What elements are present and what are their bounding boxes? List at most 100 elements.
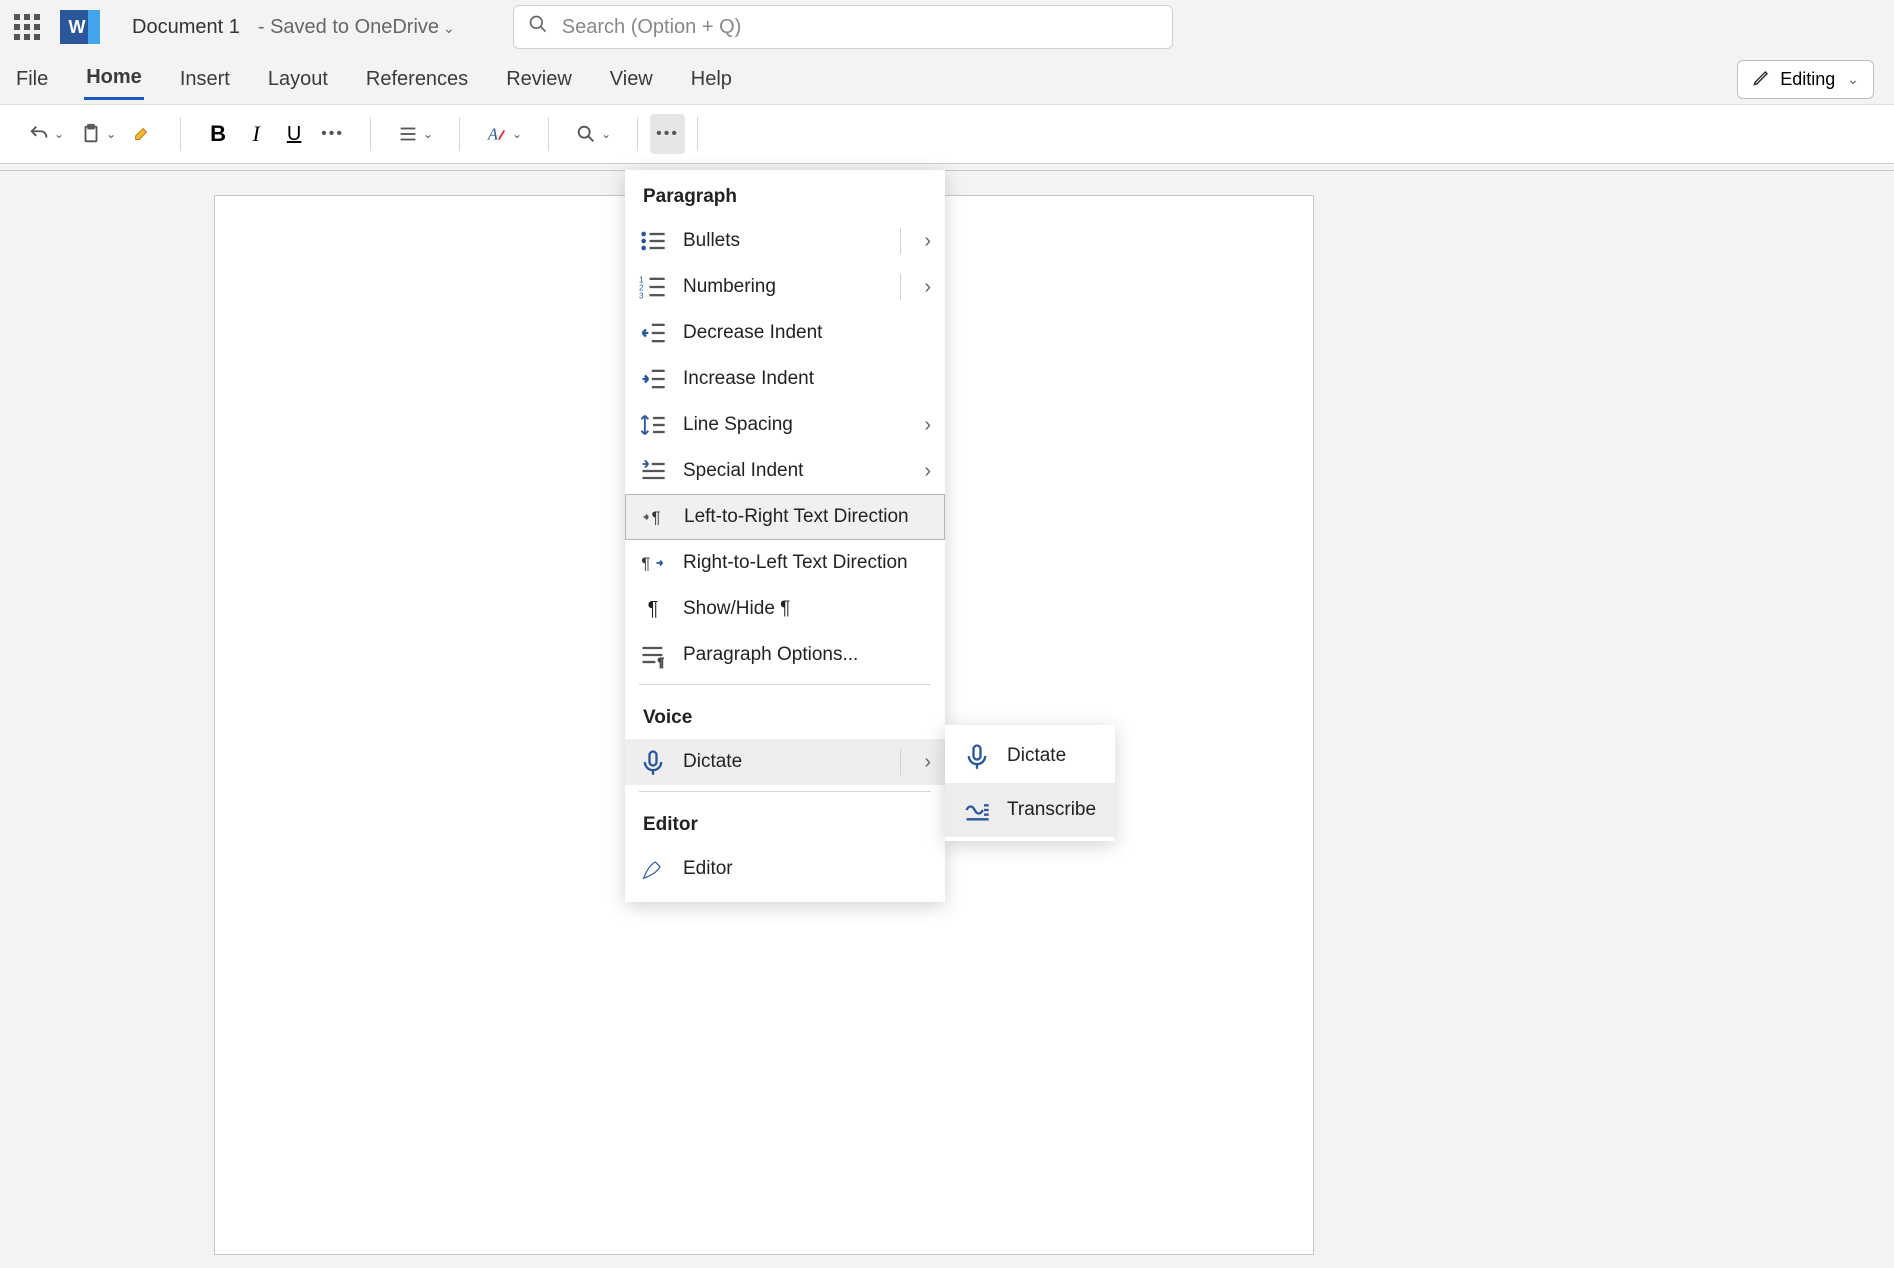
- menu-label: Dictate: [683, 751, 742, 773]
- menu-label: Right-to-Left Text Direction: [683, 552, 908, 574]
- save-status[interactable]: - Saved to OneDrive⌄: [258, 16, 455, 39]
- find-button[interactable]: ⌄: [569, 114, 617, 154]
- menu-label: Numbering: [683, 276, 776, 298]
- separator: [180, 117, 181, 151]
- chevron-down-icon: ⌄: [423, 127, 433, 141]
- menu-ltr-direction[interactable]: ¶ Left-to-Right Text Direction: [625, 494, 945, 540]
- svg-text:A: A: [487, 125, 499, 144]
- menu-label: Line Spacing: [683, 414, 793, 436]
- search-input[interactable]: Search (Option + Q): [513, 5, 1173, 49]
- svg-text:¶: ¶: [658, 657, 664, 669]
- tab-help[interactable]: Help: [689, 60, 734, 99]
- tab-home[interactable]: Home: [84, 58, 144, 100]
- menu-numbering[interactable]: 123 Numbering ›: [625, 264, 945, 310]
- paste-button[interactable]: ⌄: [74, 114, 122, 154]
- chevron-down-icon: ⌄: [443, 20, 455, 36]
- word-app-icon[interactable]: W: [60, 10, 94, 44]
- tab-view[interactable]: View: [608, 60, 655, 99]
- svg-text:3: 3: [639, 292, 644, 301]
- menu-increase-indent[interactable]: Increase Indent: [625, 356, 945, 402]
- align-button[interactable]: ⌄: [391, 114, 439, 154]
- search-icon: [528, 14, 548, 40]
- special-indent-icon: [639, 459, 667, 483]
- tab-references[interactable]: References: [364, 60, 470, 99]
- chevron-right-icon: ›: [924, 276, 931, 299]
- chevron-right-icon: ›: [924, 230, 931, 253]
- chevron-down-icon: ⌄: [106, 127, 116, 141]
- editor-icon: [639, 857, 667, 881]
- editing-label: Editing: [1780, 69, 1835, 90]
- document-canvas: [0, 170, 1894, 1268]
- microphone-icon: [963, 744, 991, 768]
- titlebar: W Document 1 - Saved to OneDrive⌄ Search…: [0, 0, 1894, 54]
- chevron-right-icon: ›: [924, 751, 931, 774]
- chevron-right-icon: ›: [924, 460, 931, 483]
- menu-paragraph-options[interactable]: ¶ Paragraph Options...: [625, 632, 945, 678]
- menu-label: Editor: [683, 858, 733, 880]
- pilcrow-icon: ¶: [639, 597, 667, 621]
- menu-bullets[interactable]: Bullets ›: [625, 218, 945, 264]
- menu-divider: [639, 684, 931, 685]
- menu-line-spacing[interactable]: Line Spacing ›: [625, 402, 945, 448]
- format-painter-button[interactable]: [126, 114, 160, 154]
- separator: [370, 117, 371, 151]
- dictate-submenu: Dictate Transcribe: [945, 725, 1115, 841]
- menu-label: Decrease Indent: [683, 322, 822, 344]
- menu-label: Paragraph Options...: [683, 644, 858, 666]
- submenu-label: Dictate: [1007, 745, 1066, 767]
- menu-decrease-indent[interactable]: Decrease Indent: [625, 310, 945, 356]
- menu-label: Increase Indent: [683, 368, 814, 390]
- ribbon-toolbar: ⌄ ⌄ B I U ••• ⌄ A⌄ ⌄ •••: [0, 104, 1894, 164]
- undo-button[interactable]: ⌄: [22, 114, 70, 154]
- menu-section-editor: Editor: [625, 798, 945, 846]
- separator: [637, 117, 638, 151]
- menu-rtl-direction[interactable]: ¶ Right-to-Left Text Direction: [625, 540, 945, 586]
- menu-label: Left-to-Right Text Direction: [684, 506, 909, 528]
- menu-label: Show/Hide ¶: [683, 598, 790, 620]
- rtl-icon: ¶: [639, 551, 667, 575]
- chevron-right-icon: ›: [924, 414, 931, 437]
- chevron-down-icon: ⌄: [1847, 71, 1859, 88]
- menu-section-paragraph: Paragraph: [625, 170, 945, 218]
- menu-label: Bullets: [683, 230, 740, 252]
- menu-special-indent[interactable]: Special Indent ›: [625, 448, 945, 494]
- tab-insert[interactable]: Insert: [178, 60, 232, 99]
- menu-show-hide[interactable]: ¶ Show/Hide ¶: [625, 586, 945, 632]
- paragraph-options-icon: ¶: [639, 643, 667, 667]
- submenu-label: Transcribe: [1007, 799, 1096, 821]
- pencil-icon: [1752, 67, 1772, 92]
- submenu-transcribe[interactable]: Transcribe: [945, 783, 1115, 837]
- menu-label: Special Indent: [683, 460, 803, 482]
- menu-editor[interactable]: Editor: [625, 846, 945, 892]
- tab-file[interactable]: File: [14, 60, 50, 99]
- tab-review[interactable]: Review: [504, 60, 574, 99]
- search-placeholder: Search (Option + Q): [562, 16, 742, 39]
- status-sep: -: [258, 16, 270, 38]
- styles-button[interactable]: A⌄: [480, 114, 528, 154]
- document-name[interactable]: Document 1: [132, 16, 240, 39]
- italic-button[interactable]: I: [239, 114, 273, 154]
- menu-divider: [639, 791, 931, 792]
- editing-mode-button[interactable]: Editing ⌄: [1737, 60, 1874, 99]
- more-commands-button[interactable]: •••: [650, 114, 685, 154]
- chevron-down-icon: ⌄: [601, 127, 611, 141]
- menu-dictate[interactable]: Dictate ›: [625, 739, 945, 785]
- menu-section-voice: Voice: [625, 691, 945, 739]
- increase-indent-icon: [639, 367, 667, 391]
- ltr-icon: ¶: [640, 505, 668, 529]
- tab-layout[interactable]: Layout: [266, 60, 330, 99]
- microphone-icon: [639, 750, 667, 774]
- more-commands-menu: Paragraph Bullets › 123 Numbering › Decr…: [625, 170, 945, 902]
- svg-text:¶: ¶: [641, 555, 650, 573]
- bold-button[interactable]: B: [201, 114, 235, 154]
- app-launcher-icon[interactable]: [12, 12, 42, 42]
- underline-button[interactable]: U: [277, 114, 311, 154]
- svg-text:¶: ¶: [652, 509, 661, 527]
- line-spacing-icon: [639, 413, 667, 437]
- status-text: Saved to OneDrive: [270, 16, 439, 38]
- submenu-dictate[interactable]: Dictate: [945, 729, 1115, 783]
- chevron-down-icon: ⌄: [512, 127, 522, 141]
- more-font-button[interactable]: •••: [315, 114, 350, 154]
- separator: [459, 117, 460, 151]
- chevron-down-icon: ⌄: [54, 127, 64, 141]
